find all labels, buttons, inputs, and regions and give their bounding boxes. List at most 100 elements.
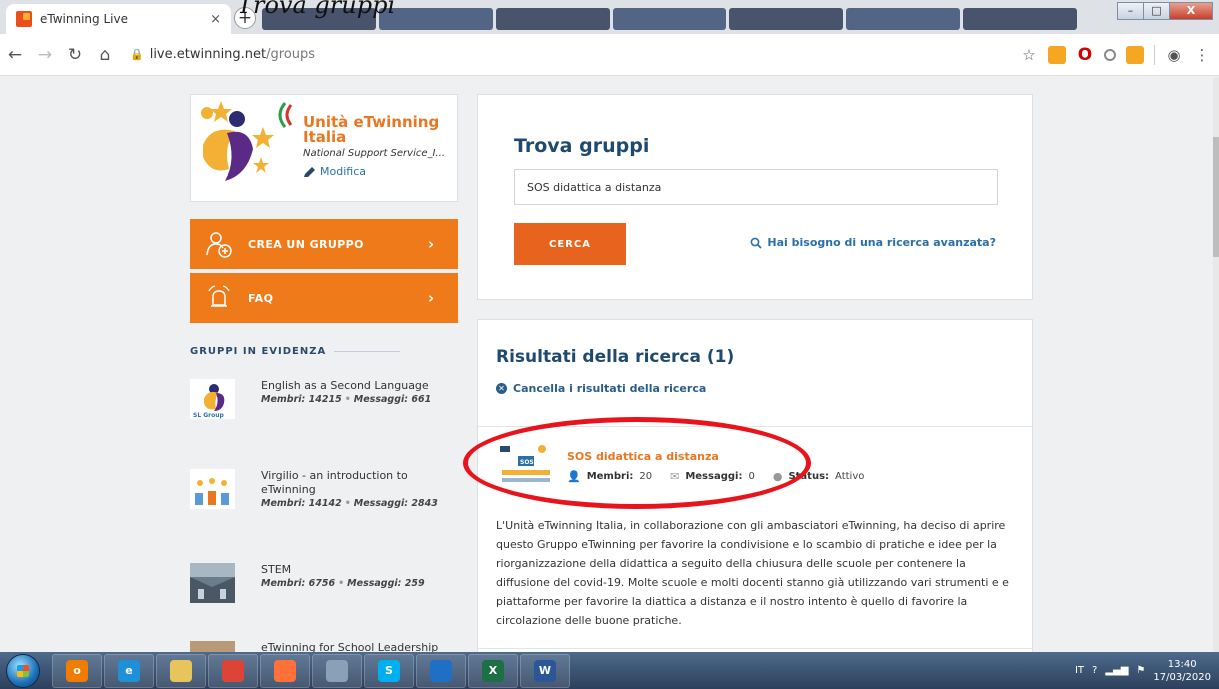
search-card: Trova gruppi CERCA Hai bisogno di una ri… — [477, 94, 1033, 300]
profile-subtitle: National Support Service_I... — [303, 148, 446, 159]
browser-tab-bar: eTwinning Live × + – □ X Trova gruppi — [0, 0, 1219, 34]
clear-circle-icon: ✕ — [496, 383, 507, 394]
profile-card: Unità eTwinning Italia National Support … — [190, 94, 458, 202]
results-divider — [478, 648, 1032, 649]
faq-button[interactable]: FAQ › — [190, 273, 458, 323]
school-leadership-thumbnail — [190, 641, 235, 652]
result-group-name[interactable]: SOS didattica a distanza — [567, 450, 719, 463]
menu-icon[interactable]: ⋮ — [1193, 46, 1211, 64]
lock-icon[interactable]: 🔒 — [130, 48, 144, 61]
add-user-icon — [190, 219, 248, 269]
taskbar-app-button[interactable] — [208, 653, 258, 688]
maximize-button[interactable]: □ — [1143, 2, 1170, 20]
stem-group-thumbnail — [190, 563, 235, 603]
edit-profile-link[interactable]: Modifica — [303, 165, 366, 178]
featured-group-item[interactable]: SL Group English as a Second Language Me… — [190, 379, 458, 439]
scrollbar-thumb[interactable] — [1213, 137, 1219, 257]
create-group-button[interactable]: CREA UN GRUPPO › — [190, 219, 458, 269]
browser-tab[interactable] — [963, 8, 1078, 30]
minimize-button[interactable]: – — [1117, 2, 1144, 20]
taskbar-app-button[interactable]: W — [520, 653, 570, 688]
bookmark-star-icon[interactable]: ☆ — [1020, 46, 1038, 64]
taskbar-app-button[interactable]: S — [364, 653, 414, 688]
taskbar-app-button[interactable] — [260, 653, 310, 688]
toolbar-icons: ☆ O ◉ ⋮ — [1020, 34, 1211, 76]
app-icon — [326, 659, 348, 682]
status-dot-icon: ● — [772, 470, 783, 483]
reload-icon[interactable]: ↻ — [60, 45, 90, 65]
page-scrollbar[interactable] — [1213, 77, 1219, 652]
featured-group-item[interactable]: STEM Membri: 6756 • Messaggi: 259 — [190, 563, 458, 623]
advanced-search-link[interactable]: Hai bisogno di una ricerca avanzata? — [750, 236, 996, 249]
overlay-caption: Trova gruppi — [237, 0, 396, 19]
browser-tab[interactable] — [495, 8, 610, 30]
app-icon: S — [378, 659, 400, 682]
search-button[interactable]: CERCA — [514, 223, 626, 265]
extension-icon[interactable] — [1048, 46, 1066, 64]
browser-tab[interactable] — [378, 8, 493, 30]
featured-heading-text: GRUPPI IN EVIDENZA — [190, 346, 327, 357]
tab-etwinning-live[interactable]: eTwinning Live × — [6, 4, 231, 34]
url-text[interactable]: live.etwinning.net/groups — [150, 47, 315, 62]
browser-tab[interactable] — [846, 8, 961, 30]
app-icon — [222, 659, 244, 682]
virgilio-group-thumbnail — [190, 469, 235, 509]
home-icon[interactable]: ⌂ — [90, 45, 120, 65]
featured-group-item[interactable]: Virgilio - an introduction to eTwinning … — [190, 469, 458, 529]
featured-group-name[interactable]: Virgilio - an introduction to eTwinning — [261, 469, 441, 497]
group-search-input[interactable] — [514, 169, 998, 205]
taskbar-app-button[interactable] — [312, 653, 362, 688]
featured-group-name[interactable]: eTwinning for School Leadership — [261, 641, 441, 652]
clear-results-link[interactable]: ✕ Cancella i risultati della ricerca — [496, 382, 706, 395]
app-icon — [170, 659, 192, 682]
members-count: Membri: 14215 — [261, 394, 342, 405]
taskbar-app-button[interactable]: o — [52, 653, 102, 688]
chevron-right-icon: › — [428, 289, 435, 307]
window-close-button[interactable]: X — [1169, 2, 1213, 20]
taskbar-app-button[interactable] — [156, 653, 206, 688]
start-button[interactable] — [6, 653, 40, 688]
browser-tab[interactable] — [612, 8, 727, 30]
language-indicator[interactable]: IT — [1075, 665, 1084, 676]
taskbar-app-button[interactable] — [416, 653, 466, 688]
heading-divider — [334, 351, 400, 352]
bell-alert-icon — [190, 273, 248, 323]
edit-label: Modifica — [320, 165, 366, 178]
members-count: Membri: 6756 — [261, 578, 336, 589]
status-label: Status: — [788, 471, 830, 482]
clock-time: 13:40 — [1167, 658, 1197, 670]
members-count: Membri: 14142 — [261, 498, 342, 509]
extension-ring-icon[interactable] — [1104, 49, 1116, 61]
help-icon[interactable]: ? — [1092, 665, 1097, 676]
back-arrow-icon[interactable]: ← — [0, 45, 30, 65]
browser-tab[interactable] — [729, 8, 844, 30]
close-tab-icon[interactable]: × — [210, 12, 221, 27]
network-icon[interactable]: ▂▄▆ — [1105, 665, 1128, 676]
taskbar-app-button[interactable]: e — [104, 653, 154, 688]
members-icon: 👤 — [567, 470, 581, 483]
profile-icon[interactable]: ◉ — [1165, 46, 1183, 64]
extension-calendar-icon[interactable] — [1126, 46, 1144, 64]
flag-icon[interactable]: ⚑ — [1136, 665, 1145, 676]
featured-groups-heading: GRUPPI IN EVIDENZA — [190, 346, 400, 357]
create-group-label: CREA UN GRUPPO — [248, 237, 364, 251]
taskbar-apps: oe S XW — [52, 653, 570, 688]
search-title: Trova gruppi — [514, 135, 650, 157]
page-content: Unità eTwinning Italia National Support … — [0, 77, 1219, 652]
forward-arrow-icon[interactable]: → — [30, 45, 60, 65]
featured-group-item[interactable]: eTwinning for School Leadership — [190, 641, 458, 652]
results-card: Risultati della ricerca (1) ✕ Cancella i… — [477, 319, 1033, 652]
featured-group-name[interactable]: English as a Second Language — [261, 379, 441, 393]
tab-title: eTwinning Live — [40, 12, 128, 26]
results-title: Risultati della ricerca (1) — [496, 347, 735, 367]
clear-results-label: Cancella i risultati della ricerca — [513, 382, 707, 395]
featured-group-name[interactable]: STEM — [261, 563, 441, 577]
app-icon — [274, 659, 296, 682]
taskbar-app-button[interactable]: X — [468, 653, 518, 688]
sos-group-thumbnail[interactable]: SOS — [496, 444, 556, 488]
profile-logo-icon — [201, 101, 293, 181]
profile-name[interactable]: Unità eTwinning Italia — [303, 115, 453, 145]
opera-icon[interactable]: O — [1076, 46, 1094, 64]
result-group-meta: 👤 Membri: 20 ✉ Messaggi: 0 ● Status: Att… — [567, 470, 864, 483]
clock[interactable]: 13:40 17/03/2020 — [1153, 658, 1211, 684]
